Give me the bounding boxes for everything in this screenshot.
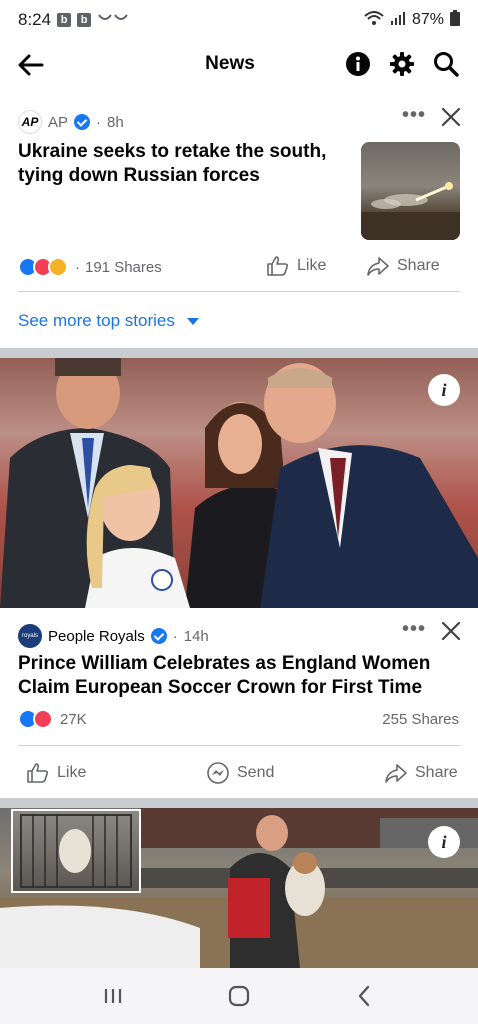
separator-dot: · xyxy=(172,627,178,645)
story-photo[interactable]: i xyxy=(0,358,478,608)
status-time: 8:24 xyxy=(18,10,52,29)
home-icon[interactable] xyxy=(225,982,253,1010)
status-bar: 8:24 b b 87% xyxy=(0,0,478,40)
share-label: Share xyxy=(415,764,458,781)
close-icon[interactable] xyxy=(440,106,462,128)
people-photo xyxy=(0,358,478,608)
reaction-count: 27K xyxy=(60,710,87,728)
people-royals-logo-icon: royals xyxy=(18,624,42,648)
see-more-stories-link[interactable]: See more top stories xyxy=(18,311,199,331)
card-separator xyxy=(0,348,478,358)
separator-dot: · xyxy=(75,258,80,276)
like-label: Like xyxy=(57,764,87,781)
like-button[interactable]: Like xyxy=(26,761,86,785)
more-options-icon[interactable]: ••• xyxy=(402,618,426,641)
reaction-summary[interactable]: 27K xyxy=(18,709,87,729)
thumbnail[interactable] xyxy=(361,142,460,240)
like-label: Like xyxy=(297,257,327,274)
love-reaction-icon xyxy=(33,709,53,729)
source-row: AP AP · 8h xyxy=(18,110,124,134)
search-icon[interactable] xyxy=(432,50,460,78)
news-card-people-royals[interactable]: royals People Royals · 14h ••• Prince Wi… xyxy=(0,608,478,798)
thumbs-up-icon xyxy=(267,256,289,276)
notification-badge: b xyxy=(57,13,72,27)
battery-percent: 87% xyxy=(411,11,444,28)
app-bar: News xyxy=(0,40,478,88)
signal-icon xyxy=(390,11,406,30)
verified-badge-icon xyxy=(150,628,167,644)
back-chevron-icon[interactable] xyxy=(351,982,379,1010)
share-arrow-icon xyxy=(367,257,389,276)
verified-badge-icon xyxy=(74,114,91,130)
share-label: Share xyxy=(397,257,440,274)
ap-logo-icon: AP xyxy=(18,110,42,134)
headline[interactable]: Prince William Celebrates as England Wom… xyxy=(18,652,458,700)
source-name[interactable]: People Royals xyxy=(48,628,145,645)
close-icon[interactable] xyxy=(440,620,462,642)
system-nav-bar xyxy=(0,968,478,1024)
inset-crate-photo xyxy=(11,809,141,893)
source-name[interactable]: AP xyxy=(48,114,68,131)
divider xyxy=(18,745,460,746)
share-arrow-icon xyxy=(385,764,407,783)
notification-icon xyxy=(97,10,131,30)
divider xyxy=(18,291,460,292)
news-card-ap[interactable]: AP AP · 8h ••• Ukraine seeks to retake t… xyxy=(0,88,478,348)
care-reaction-icon xyxy=(48,257,68,277)
gear-icon[interactable] xyxy=(388,50,416,78)
photo-info-button[interactable]: i xyxy=(428,374,460,406)
share-button[interactable]: Share xyxy=(366,254,440,278)
more-options-icon[interactable]: ••• xyxy=(402,104,426,127)
messenger-icon xyxy=(207,762,229,784)
post-age: 14h xyxy=(183,627,209,645)
send-button[interactable]: Send xyxy=(206,761,274,785)
headline[interactable]: Ukraine seeks to retake the south, tying… xyxy=(18,140,336,188)
battery-icon xyxy=(450,9,460,31)
notification-badge: b xyxy=(77,13,92,27)
separator-dot: · xyxy=(96,113,102,131)
post-age: 8h xyxy=(107,113,124,131)
source-row: royals People Royals · 14h xyxy=(18,624,209,648)
share-count: 255 Shares xyxy=(382,711,459,728)
recent-apps-icon[interactable] xyxy=(99,982,127,1010)
send-label: Send xyxy=(237,764,275,781)
story-photo[interactable]: i xyxy=(0,808,478,968)
reaction-summary[interactable]: · 191 Shares xyxy=(18,257,162,277)
share-button[interactable]: Share xyxy=(384,761,458,785)
card-separator xyxy=(0,798,478,808)
thumbs-up-icon xyxy=(27,763,49,783)
photo-info-button[interactable]: i xyxy=(428,826,460,858)
caret-down-icon xyxy=(186,311,199,331)
see-more-label: See more top stories xyxy=(18,311,175,330)
wifi-icon xyxy=(364,10,384,31)
like-button[interactable]: Like xyxy=(266,254,326,278)
share-count: 191 Shares xyxy=(85,258,162,276)
info-icon[interactable] xyxy=(344,50,372,78)
